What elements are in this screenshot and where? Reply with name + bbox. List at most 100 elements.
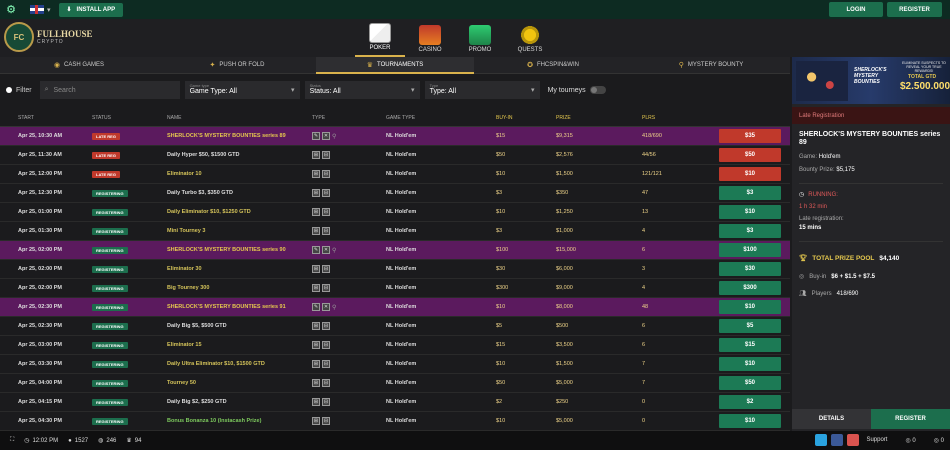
buyin-button[interactable]: $2 [719, 395, 781, 409]
logo-text: FULLHOUSE CRYPTO [37, 29, 93, 46]
cell-prize: $9,000 [556, 285, 573, 291]
cell-action: $10 [716, 357, 784, 371]
status-badge: REGISTERING [92, 265, 128, 273]
cell-status: REGISTERING [92, 189, 167, 197]
status-badge: REGISTERING [92, 208, 128, 216]
filter-radio[interactable] [6, 87, 12, 93]
logo[interactable]: FC [4, 22, 34, 52]
tournament-detail-panel: SHERLOCK'S MYSTERY BOUNTIES ELIMINATE SU… [792, 57, 950, 431]
table-row[interactable]: Apr 25, 11:30 AM LATE REG Daily Hyper $50,… [0, 146, 790, 165]
type-select[interactable]: Type Type: All ▾ [424, 81, 540, 99]
nav-casino[interactable]: CASINO [405, 19, 455, 57]
cell-status: LATE REG [92, 170, 167, 178]
facebook-icon[interactable] [831, 434, 844, 446]
header: FC FULLHOUSE CRYPTO POKER CASINO PROMO QU… [0, 19, 950, 57]
my-tourneys-toggle[interactable] [589, 86, 606, 94]
cell-type: ⊞ ⊟ [312, 360, 386, 368]
chevron-down-icon[interactable]: ▾ [47, 6, 51, 14]
cell-status: REGISTERING [92, 284, 167, 292]
table-row[interactable]: Apr 25, 04:15 PM REGISTERING Daily Big $2,… [0, 393, 790, 412]
table-row[interactable]: Apr 25, 01:30 PM REGISTERING Mini Tourney … [0, 222, 790, 241]
cell-game-type: NL Hold'em [386, 171, 417, 177]
cell-prize: $2,576 [556, 152, 573, 158]
tab-tournaments[interactable]: ♛ TOURNAMENTS [316, 57, 474, 74]
cell-game-type: NL Hold'em [386, 323, 417, 329]
user-icon: ● [68, 437, 72, 444]
nav-poker[interactable]: POKER [355, 19, 405, 57]
tournament-type-icon: ⊞ [312, 379, 320, 387]
settings-icon[interactable]: ⚙ [4, 3, 18, 17]
cell-action: $50 [716, 148, 784, 162]
search-input[interactable]: ⌕ Search [39, 81, 180, 99]
buyin-button[interactable]: $10 [719, 414, 781, 428]
game-type-select[interactable]: Game type Game Type: All ▾ [184, 81, 300, 99]
tournament-table: START STATUS NAME TYPE GAME TYPE BUY-IN … [0, 109, 790, 431]
buyin-button[interactable]: $3 [719, 224, 781, 238]
cell-start: Apr 25, 01:00 PM [18, 209, 63, 215]
cell-prize: $9,315 [556, 133, 573, 139]
buyin-button[interactable]: $10 [719, 167, 781, 181]
table-row[interactable]: Apr 25, 02:00 PM REGISTERING SHERLOCK'S MY… [0, 241, 790, 260]
buyin-button[interactable]: $3 [719, 186, 781, 200]
cell-buyin: $50 [496, 152, 506, 158]
detail-title: SHERLOCK'S MYSTERY BOUNTIES series 89 [799, 131, 941, 146]
filter-label[interactable]: Filter [16, 87, 32, 94]
buyin-button[interactable]: $30 [719, 262, 781, 276]
tab-mystery-bounty[interactable]: ⚲ MYSTERY BOUNTY [632, 57, 790, 74]
buyin-button[interactable]: $300 [719, 281, 781, 295]
buyin-button[interactable]: $5 [719, 319, 781, 333]
late-registration-header: Late Registration [792, 107, 950, 124]
register-button[interactable]: REGISTER [887, 2, 942, 17]
details-button[interactable]: DETAILS [792, 409, 871, 429]
table-row[interactable]: Apr 25, 12:30 PM REGISTERING Daily Turbo $… [0, 184, 790, 203]
buyin-button[interactable]: $50 [719, 148, 781, 162]
table-row[interactable]: Apr 25, 12:00 PM LATE REG Eliminator 10 ⊞ ⊟ N… [0, 165, 790, 184]
filter-bar: Filter ⌕ Search Game type Game Type: All ▾ … [0, 79, 790, 101]
support-avatar-icon[interactable] [847, 434, 860, 446]
buyin-button[interactable]: $15 [719, 338, 781, 352]
support-link[interactable]: Support [866, 437, 887, 443]
table-row[interactable]: Apr 25, 03:30 PM REGISTERING Daily Ultra E… [0, 355, 790, 374]
register-tournament-button[interactable]: REGISTER [871, 409, 950, 429]
telegram-icon[interactable] [815, 434, 828, 446]
search-icon: ⌕ [44, 86, 49, 93]
cell-name: Daily Big $2, $250 GTD [167, 399, 227, 405]
table-row[interactable]: Apr 25, 02:00 PM REGISTERING Big Tourney 3… [0, 279, 790, 298]
nav-quests[interactable]: QUESTS [505, 19, 555, 57]
nav-promo[interactable]: PROMO [455, 19, 505, 57]
table-row[interactable]: Apr 25, 02:00 PM REGISTERING Eliminator 30… [0, 260, 790, 279]
buyin-button[interactable]: $10 [719, 205, 781, 219]
cell-buyin: $5 [496, 323, 503, 329]
tab-cash-games[interactable]: ◉ CASH GAMES [0, 57, 158, 74]
buyin-button[interactable]: $10 [719, 357, 781, 371]
buyin-button[interactable]: $35 [719, 129, 781, 143]
promo-banner[interactable]: SHERLOCK'S MYSTERY BOUNTIES ELIMINATE SU… [792, 57, 950, 104]
login-button[interactable]: LOGIN [829, 2, 883, 17]
cell-players: 6 [642, 323, 646, 329]
fullscreen-icon[interactable]: ⛶ [10, 437, 14, 444]
install-app-button[interactable]: ⬇ INSTALL APP [58, 2, 124, 17]
table-row[interactable]: Apr 25, 04:30 PM REGISTERING Bonus Bonanza… [0, 412, 790, 431]
table-row[interactable]: Apr 25, 04:00 PM REGISTERING Tourney 50 ⊞ ⊟ N… [0, 374, 790, 393]
table-row[interactable]: Apr 25, 10:30 AM LATE REG SHERLOCK'S MYSTE… [0, 127, 790, 146]
table-row[interactable]: Apr 25, 03:00 PM REGISTERING Eliminator 15… [0, 336, 790, 355]
buyin-button[interactable]: $100 [719, 243, 781, 257]
spin-icon: ✪ [527, 62, 533, 69]
table-row[interactable]: Apr 25, 02:30 PM REGISTERING Daily Big $5,… [0, 317, 790, 336]
status-badge: REGISTERING [92, 398, 128, 406]
buy-in-info: ◎ Buy-in $6 + $1.5 + $7.5 [799, 273, 875, 281]
uk-flag-icon[interactable] [30, 5, 44, 14]
buyin-button[interactable]: $50 [719, 376, 781, 390]
buyin-button[interactable]: $10 [719, 300, 781, 314]
table-row[interactable]: Apr 25, 02:30 PM REGISTERING SHERLOCK'S MY… [0, 298, 790, 317]
players-info: 👥︎ Players 418/690 [799, 290, 859, 298]
cell-players: 4 [642, 285, 646, 291]
cell-name: Daily Turbo $3, $350 GTD [167, 190, 233, 196]
status-select[interactable]: Status Status: All ▾ [304, 81, 420, 99]
table-row[interactable]: Apr 25, 01:00 PM REGISTERING Daily Elimina… [0, 203, 790, 222]
chevron-down-icon: ▾ [531, 87, 535, 94]
cell-name: Eliminator 30 [167, 266, 202, 272]
run-time: 1 h 32 min [799, 204, 828, 210]
tab-push-or-fold[interactable]: ✦ PUSH OR FOLD [158, 57, 316, 74]
tab-spin-win[interactable]: ✪ FHCSPIN&WIN [474, 57, 632, 74]
